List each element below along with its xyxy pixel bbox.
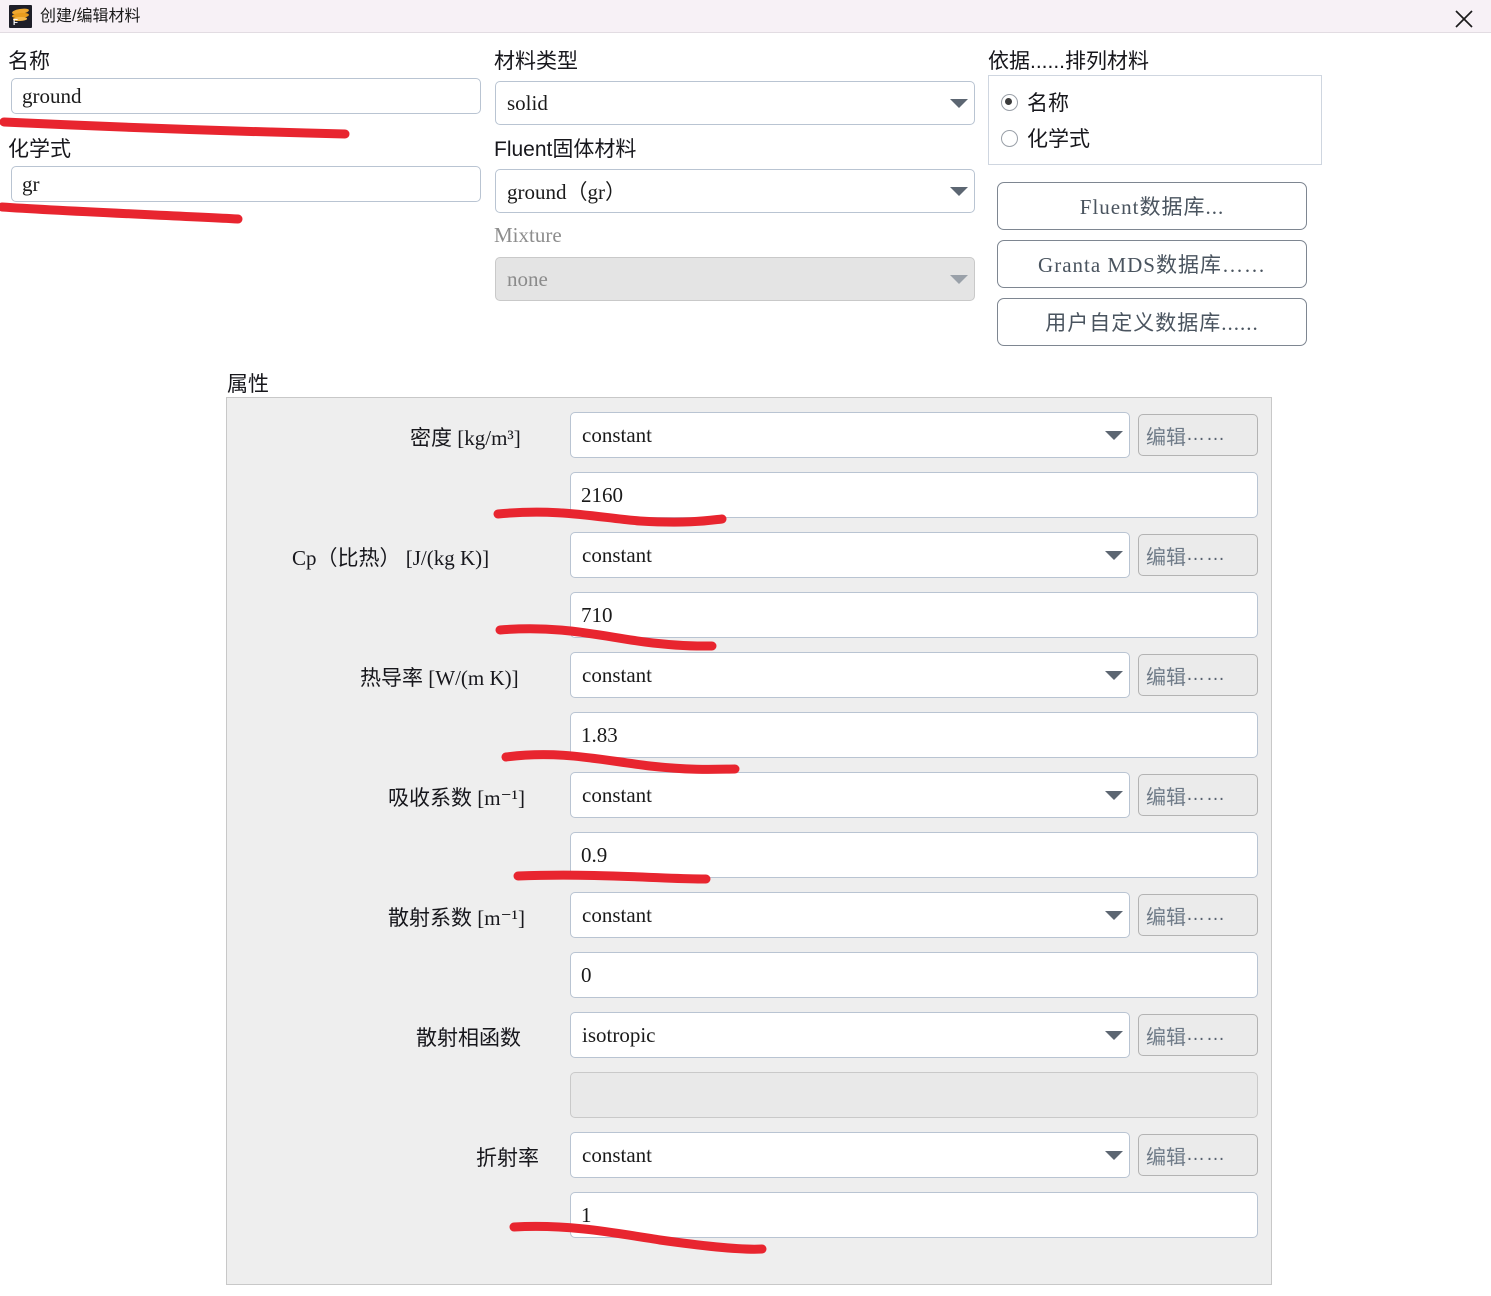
chevron-down-icon[interactable] [944,186,974,196]
property-method-select-cp[interactable]: constant [570,532,1130,578]
property-label-density: 密度 [kg/m³] [410,426,521,450]
property-method-value-density: constant [582,422,652,447]
property-label-absorption-coefficient: 吸收系数 [m⁻¹] [388,786,525,810]
radio-order-by-formula[interactable]: 化学式 [1001,123,1090,153]
edit-dots: …… [1186,664,1226,685]
property-method-value-thermal-conductivity: constant [582,662,652,687]
property-method-select-scattering-coefficient[interactable]: constant [570,892,1130,938]
property-value-input-density[interactable]: 2160 [570,472,1258,518]
granta-mds-database-button[interactable]: Granta MDS数据库…… [997,240,1307,288]
edit-label: 编辑 [1146,906,1186,929]
fluent-solid-material-select[interactable]: ground（gr） [495,169,975,213]
property-label-scattering-phase-function: 散射相函数 [416,1027,521,1050]
property-method-value-refractive-index: constant [582,1142,652,1167]
annotation-underline-formula [0,202,243,224]
radio-order-by-name[interactable]: 名称 [1001,87,1069,117]
formula-input[interactable]: gr [11,166,481,202]
property-label-thermal-conductivity: 热导率 [W/(m K)] [360,666,519,690]
mixture-select: none [495,257,975,301]
property-edit-button-thermal-conductivity[interactable]: 编辑…… [1138,654,1258,696]
edit-dots: …… [1186,1144,1226,1165]
name-label: 名称 [8,50,50,73]
window-title-bar: F 创建/编辑材料 [0,0,1491,33]
order-materials-group: 名称 化学式 [988,75,1322,165]
mixture-label: Mixture [494,223,562,247]
property-label-refractive-index: 折射率 [476,1147,539,1170]
edit-label: 编辑 [1146,426,1186,449]
radio-unselected-icon [1001,129,1018,147]
property-edit-button-density[interactable]: 编辑…… [1138,414,1258,456]
chevron-down-icon[interactable] [944,98,974,108]
property-method-select-refractive-index[interactable]: constant [570,1132,1130,1178]
property-edit-button-scattering-coefficient[interactable]: 编辑…… [1138,894,1258,936]
radio-order-by-name-label: 名称 [1027,92,1069,115]
user-defined-database-button[interactable]: 用户自定义数据库...... [997,298,1307,346]
formula-label: 化学式 [8,138,71,161]
close-icon[interactable] [1435,0,1491,33]
chevron-down-icon [944,274,974,284]
property-edit-button-cp[interactable]: 编辑…… [1138,534,1258,576]
edit-dots: …… [1186,904,1226,925]
property-value-input-scattering-coefficient[interactable]: 0 [570,952,1258,998]
edit-label: 编辑 [1146,786,1186,809]
chevron-down-icon[interactable] [1099,790,1129,800]
property-edit-button-absorption-coefficient[interactable]: 编辑…… [1138,774,1258,816]
property-value-input-scattering-phase-function [570,1072,1258,1118]
material-type-select[interactable]: solid [495,81,975,125]
property-value-input-cp[interactable]: 710 [570,592,1258,638]
property-label-cp: Cp（比热） [J/(kg K)] [292,546,490,570]
fluent-solid-material-value: ground（gr） [507,180,626,204]
edit-label: 编辑 [1146,1146,1186,1169]
chevron-down-icon[interactable] [1099,1150,1129,1160]
chevron-down-icon[interactable] [1099,670,1129,680]
edit-dots: …… [1186,1024,1226,1045]
edit-dots: …… [1186,424,1226,445]
chevron-down-icon[interactable] [1099,430,1129,440]
edit-dots: …… [1186,784,1226,805]
edit-label: 编辑 [1146,1026,1186,1049]
property-method-select-scattering-phase-function[interactable]: isotropic [570,1012,1130,1058]
order-materials-by-label: 依据......排列材料 [988,50,1150,73]
property-method-value-scattering-coefficient: constant [582,902,652,927]
chevron-down-icon[interactable] [1099,550,1129,560]
property-method-select-thermal-conductivity[interactable]: constant [570,652,1130,698]
fluent-database-button[interactable]: Fluent数据库... [997,182,1307,230]
property-method-value-cp: constant [582,542,652,567]
edit-dots: …… [1186,544,1226,565]
chevron-down-icon[interactable] [1099,910,1129,920]
material-type-label: 材料类型 [494,50,578,73]
property-label-scattering-coefficient: 散射系数 [m⁻¹] [388,906,525,930]
material-type-value: solid [507,90,548,115]
radio-order-by-formula-label: 化学式 [1027,128,1090,151]
chevron-down-icon[interactable] [1099,1030,1129,1040]
edit-label: 编辑 [1146,666,1186,689]
properties-title: 属性 [227,373,269,396]
fluent-solid-material-label: Fluent固体材料 [494,138,637,161]
mixture-value: none [507,266,548,291]
fluent-logo-icon: F [9,5,32,28]
property-method-select-absorption-coefficient[interactable]: constant [570,772,1130,818]
property-method-value-absorption-coefficient: constant [582,782,652,807]
edit-label: 编辑 [1146,546,1186,569]
property-edit-button-scattering-phase-function[interactable]: 编辑…… [1138,1014,1258,1056]
radio-selected-icon [1001,93,1018,111]
property-value-input-thermal-conductivity[interactable]: 1.83 [570,712,1258,758]
property-method-value-scattering-phase-function: isotropic [582,1022,656,1047]
name-input[interactable]: ground [11,78,481,114]
property-edit-button-refractive-index[interactable]: 编辑…… [1138,1134,1258,1176]
property-method-select-density[interactable]: constant [570,412,1130,458]
property-value-input-refractive-index[interactable]: 1 [570,1192,1258,1238]
property-value-input-absorption-coefficient[interactable]: 0.9 [570,832,1258,878]
window-title: 创建/编辑材料 [40,8,141,25]
